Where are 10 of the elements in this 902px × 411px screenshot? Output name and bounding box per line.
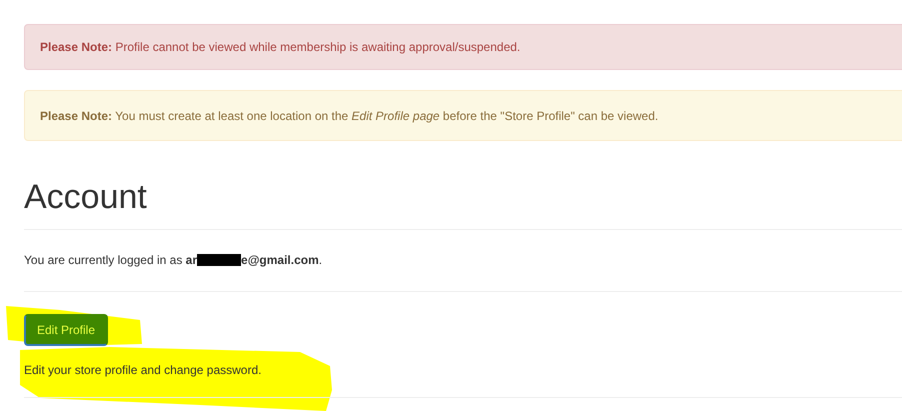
period: . [318, 253, 322, 267]
alert-message: Please Note: You must create at least one location on the Edit Profile page before the "Store Profile" can be viewed. [40, 108, 658, 122]
login-text: You are currently logged in as [24, 253, 182, 267]
redaction-bar [197, 254, 242, 266]
edit-profile-button[interactable]: Edit Profile [24, 314, 108, 346]
email-end: e@gmail.com [241, 253, 319, 267]
page-heading: Account [24, 177, 148, 217]
alert-message: Please Note: Profile cannot be viewed while membership is awaiting approval/suspended. [40, 40, 520, 54]
email-start: ar [186, 253, 198, 267]
edit-description: Edit your store profile and change password. [24, 363, 262, 377]
